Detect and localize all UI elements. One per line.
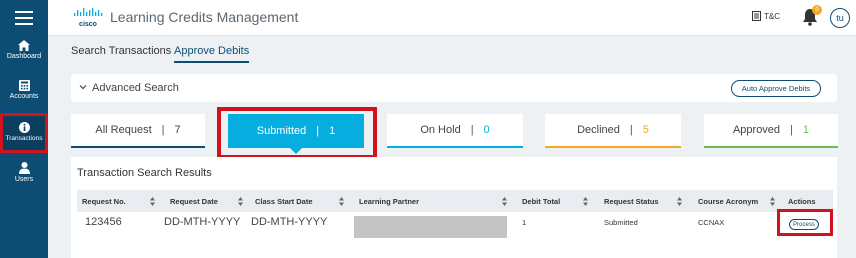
- sidebar-item-transactions[interactable]: Transactions: [0, 113, 48, 153]
- table-header: Request No. Request Date Class Start Dat…: [77, 190, 833, 212]
- sort-icon[interactable]: [339, 197, 344, 206]
- svg-text:cisco: cisco: [79, 21, 97, 28]
- cell-request-no: 123456: [85, 216, 122, 228]
- column-header-debit-total[interactable]: Debit Total: [522, 190, 560, 212]
- sort-icon[interactable]: [583, 197, 588, 206]
- separator: |: [161, 124, 165, 136]
- sort-icon[interactable]: [677, 197, 682, 206]
- calculator-icon: [18, 80, 30, 91]
- column-header-class-start-date[interactable]: Class Start Date: [255, 190, 313, 212]
- auto-approve-debits-button[interactable]: Auto Approve Debits: [731, 80, 821, 97]
- column-header-request-no[interactable]: Request No.: [82, 190, 126, 212]
- separator: |: [790, 124, 793, 136]
- app-title: Learning Credits Management: [110, 9, 299, 25]
- advanced-search-panel[interactable]: Advanced Search Auto Approve Debits: [71, 74, 837, 102]
- cell-course-acronym: CCNAX: [698, 218, 725, 227]
- column-header-request-status[interactable]: Request Status: [604, 190, 659, 212]
- status-card-approved[interactable]: Approved | 1: [704, 114, 838, 148]
- status-card-count: 1: [802, 124, 810, 136]
- sidebar-item-label: Users: [14, 176, 34, 183]
- home-icon: [18, 40, 30, 51]
- separator: |: [629, 124, 633, 136]
- terms-label: T&C: [764, 11, 780, 21]
- highlight-box-submitted: [217, 107, 377, 159]
- sidebar-item-users[interactable]: Users: [0, 162, 48, 183]
- separator: |: [470, 124, 474, 136]
- status-card-count: 7: [174, 124, 181, 136]
- advanced-search-label: Advanced Search: [92, 82, 179, 94]
- sort-icon[interactable]: [770, 197, 775, 206]
- hamburger-menu-icon[interactable]: [0, 0, 48, 36]
- column-header-learning-partner[interactable]: Learning Partner: [359, 190, 419, 212]
- status-card-count: 0: [483, 124, 490, 136]
- app-header: cisco Learning Credits Management T&C 0 …: [48, 0, 856, 36]
- terms-link[interactable]: T&C: [752, 11, 780, 21]
- highlight-box-process: [777, 209, 833, 236]
- status-card-label: On Hold: [420, 124, 461, 136]
- column-header-request-date[interactable]: Request Date: [170, 190, 218, 212]
- sidebar-item-label: Accounts: [9, 93, 39, 100]
- status-card-label: Declined: [577, 124, 620, 136]
- cell-request-date: DD-MTH-YYYY: [164, 216, 241, 228]
- cisco-logo[interactable]: cisco: [70, 7, 106, 29]
- tab-approve-debits[interactable]: Approve Debits: [174, 45, 250, 63]
- chevron-down-icon: [79, 85, 87, 90]
- transaction-results-panel: Transaction Search Results Request No. R…: [71, 157, 837, 258]
- status-card-label: Approved: [732, 124, 781, 136]
- sort-icon[interactable]: [150, 197, 155, 206]
- status-card-declined[interactable]: Declined | 5: [545, 114, 681, 148]
- column-header-course-acronym[interactable]: Course Acronym: [698, 190, 758, 212]
- redacted-learning-partner: [354, 216, 507, 238]
- status-card-label: All Request: [95, 124, 152, 136]
- cell-class-start-date: DD-MTH-YYYY: [251, 216, 328, 228]
- status-card-all-request[interactable]: All Request | 7: [71, 114, 205, 148]
- status-card-count: 5: [642, 124, 649, 136]
- sort-icon[interactable]: [502, 197, 507, 206]
- avatar[interactable]: tu: [830, 8, 850, 28]
- status-card-on-hold[interactable]: On Hold | 0: [387, 114, 523, 148]
- results-title: Transaction Search Results: [77, 167, 212, 179]
- sort-icon[interactable]: [238, 197, 243, 206]
- notification-badge: 0: [812, 5, 822, 15]
- tab-search-transactions[interactable]: Search Transactions: [71, 45, 171, 57]
- cell-debit-total: 1: [522, 218, 527, 227]
- sidebar: Dashboard Accounts Transactions Users: [0, 0, 48, 258]
- sidebar-item-accounts[interactable]: Accounts: [0, 80, 48, 100]
- info-icon: [18, 122, 30, 133]
- cell-request-status: Submitted: [604, 218, 638, 227]
- sidebar-item-label: Dashboard: [6, 53, 42, 60]
- user-icon: [18, 162, 30, 174]
- sidebar-item-dashboard[interactable]: Dashboard: [0, 40, 48, 60]
- sidebar-item-label: Transactions: [5, 135, 43, 142]
- document-icon: [752, 11, 761, 21]
